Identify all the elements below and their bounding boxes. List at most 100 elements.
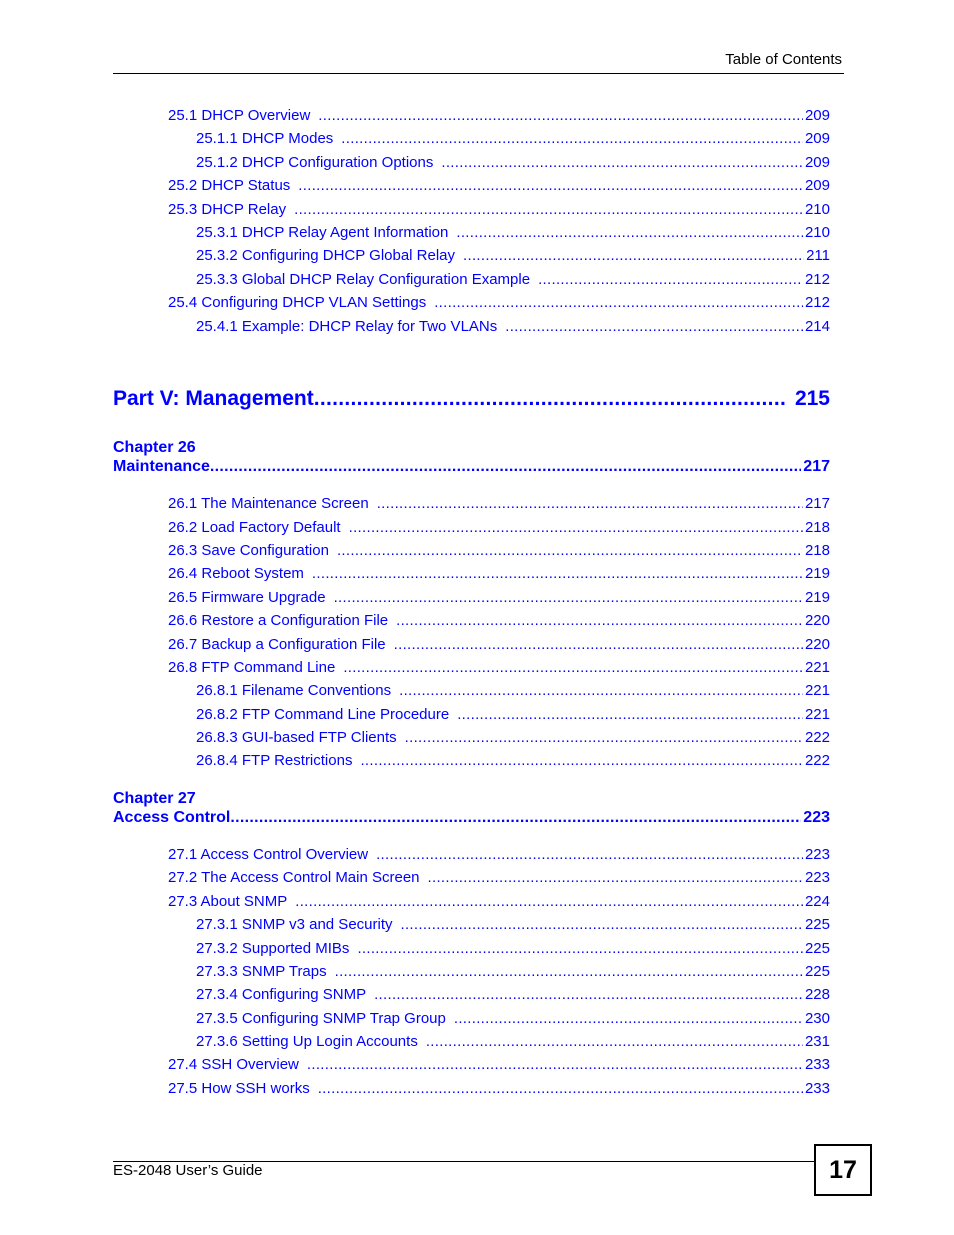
toc-entry[interactable]: 27.3.6 Setting Up Login Accounts 231 <box>196 1033 830 1050</box>
toc-entry[interactable]: 25.3 DHCP Relay 210 <box>168 201 830 218</box>
dot-leader <box>312 565 803 582</box>
toc-entry[interactable]: 26.6 Restore a Configuration File 220 <box>168 612 830 629</box>
toc-entry-title: 25.2 DHCP Status <box>168 177 291 194</box>
toc-entry[interactable]: 27.1 Access Control Overview 223 <box>168 846 830 863</box>
toc-entry[interactable]: 26.8.4 FTP Restrictions 222 <box>196 752 830 769</box>
dot-leader <box>357 940 803 957</box>
toc-entry[interactable]: 27.3.4 Configuring SNMP 228 <box>196 986 830 1003</box>
dot-leader <box>405 729 803 746</box>
chapter-label: Chapter 27 <box>113 790 196 807</box>
dot-leader <box>396 612 803 629</box>
toc-entry-page: 223 <box>804 846 830 863</box>
toc-entry-page: 223 <box>804 869 830 886</box>
dot-leader <box>294 201 803 218</box>
toc-entry[interactable]: 26.3 Save Configuration 218 <box>168 542 830 559</box>
chapter-heading[interactable]: Access Control 223 <box>113 809 830 827</box>
toc-entry[interactable]: 25.3.1 DHCP Relay Agent Information 210 <box>196 224 830 241</box>
toc-entry-page: 233 <box>804 1080 830 1097</box>
dot-leader <box>434 294 803 311</box>
dot-leader <box>377 495 803 512</box>
toc-entry[interactable]: 27.3.5 Configuring SNMP Trap Group 230 <box>196 1010 830 1027</box>
toc-entry[interactable]: 25.4 Configuring DHCP VLAN Settings 212 <box>168 294 830 311</box>
dot-leader <box>426 1033 803 1050</box>
toc-entry-title: 27.4 SSH Overview <box>168 1056 299 1073</box>
toc-entry[interactable]: 25.1.1 DHCP Modes 209 <box>196 130 830 147</box>
toc-entry-title: 25.3.3 Global DHCP Relay Configuration E… <box>196 271 531 288</box>
toc-entry[interactable]: 27.4 SSH Overview 233 <box>168 1056 830 1073</box>
toc-entry[interactable]: 26.2 Load Factory Default 218 <box>168 519 830 536</box>
toc-entry[interactable]: 25.4.1 Example: DHCP Relay for Two VLANs… <box>196 318 830 335</box>
toc-entry-page: 220 <box>804 636 830 653</box>
toc-entry-title: 26.4 Reboot System <box>168 565 304 582</box>
dot-leader <box>394 636 803 653</box>
dot-leader <box>295 893 803 910</box>
dot-leader <box>428 869 803 886</box>
toc-entry-page: 221 <box>804 682 830 699</box>
footer-guide-title: ES-2048 User’s Guide <box>113 1162 263 1179</box>
toc-entry-title: 25.4.1 Example: DHCP Relay for Two VLANs <box>196 318 498 335</box>
toc-entry-page: 210 <box>804 224 830 241</box>
running-header-title: Table of Contents <box>725 51 842 68</box>
toc-entry-page: 228 <box>804 986 830 1003</box>
toc-entry[interactable]: 26.1 The Maintenance Screen 217 <box>168 495 830 512</box>
toc-entry-page: 209 <box>804 130 830 147</box>
toc-entry-page: 219 <box>804 589 830 606</box>
toc-entry-title: 25.1 DHCP Overview <box>168 107 311 124</box>
part-heading[interactable]: Part V: Management 215 <box>113 387 830 411</box>
toc-entry[interactable]: 25.2 DHCP Status 209 <box>168 177 830 194</box>
toc-entry-title: 27.1 Access Control Overview <box>168 846 369 863</box>
toc-entry-title: 27.3 About SNMP <box>168 893 288 910</box>
toc-entry-page: 225 <box>804 940 830 957</box>
toc-entry-title: 25.1.1 DHCP Modes <box>196 130 334 147</box>
toc-entry-page: 212 <box>804 271 830 288</box>
toc-entry-title: 27.3.2 Supported MIBs <box>196 940 350 957</box>
dot-leader <box>457 706 803 723</box>
toc-entry-page: 225 <box>804 916 830 933</box>
dot-leader <box>505 318 803 335</box>
toc-entry[interactable]: 27.3 About SNMP 224 <box>168 893 830 910</box>
toc-entry-title: 25.3.1 DHCP Relay Agent Information <box>196 224 449 241</box>
dot-leader <box>456 224 803 241</box>
chapter-heading[interactable]: Maintenance 217 <box>113 458 830 476</box>
toc-entry[interactable]: 27.3.1 SNMP v3 and Security 225 <box>196 916 830 933</box>
toc-entry[interactable]: 26.5 Firmware Upgrade 219 <box>168 589 830 606</box>
toc-entry[interactable]: 25.3.3 Global DHCP Relay Configuration E… <box>196 271 830 288</box>
toc-entry-page: 209 <box>804 177 830 194</box>
toc-entry-title: 25.3 DHCP Relay <box>168 201 287 218</box>
toc-entry-title: 26.6 Restore a Configuration File <box>168 612 389 629</box>
toc-entry[interactable]: 27.3.2 Supported MIBs 225 <box>196 940 830 957</box>
toc-entry-title: 27.5 How SSH works <box>168 1080 310 1097</box>
toc-entry[interactable]: 26.4 Reboot System 219 <box>168 565 830 582</box>
toc-entry[interactable]: 26.7 Backup a Configuration File 220 <box>168 636 830 653</box>
toc-entry-title: 27.3.3 SNMP Traps <box>196 963 327 980</box>
dot-leader <box>318 1080 803 1097</box>
toc-entry[interactable]: 25.1 DHCP Overview 209 <box>168 107 830 124</box>
toc-entry[interactable]: 25.3.2 Configuring DHCP Global Relay 211 <box>196 247 830 264</box>
part-title: Part V: Management <box>113 387 314 410</box>
toc-entry[interactable]: 26.8 FTP Command Line 221 <box>168 659 830 676</box>
dot-leader <box>307 1056 803 1073</box>
dot-leader <box>441 154 803 171</box>
toc-entry-page: 222 <box>804 729 830 746</box>
toc-entry[interactable]: 26.8.1 Filename Conventions 221 <box>196 682 830 699</box>
toc-entry-title: 27.3.1 SNMP v3 and Security <box>196 916 393 933</box>
toc-entry-page: 221 <box>804 659 830 676</box>
toc-entry-page: 211 <box>806 247 830 264</box>
page-number: 17 <box>829 1155 857 1184</box>
toc-entry-title: 27.3.6 Setting Up Login Accounts <box>196 1033 418 1050</box>
chapter-title: Maintenance <box>113 458 210 475</box>
dot-leader <box>335 963 803 980</box>
toc-entry-page: 225 <box>804 963 830 980</box>
toc-entry[interactable]: 27.3.3 SNMP Traps 225 <box>196 963 830 980</box>
chapter-label: Chapter 26 <box>113 439 196 456</box>
toc-entry[interactable]: 27.5 How SSH works 233 <box>168 1080 830 1097</box>
toc-entry-title: 27.3.4 Configuring SNMP <box>196 986 367 1003</box>
toc-entry[interactable]: 27.2 The Access Control Main Screen 223 <box>168 869 830 886</box>
toc-entry[interactable]: 26.8.3 GUI-based FTP Clients 222 <box>196 729 830 746</box>
dot-leader <box>334 589 803 606</box>
chapter-page: 223 <box>803 809 830 826</box>
toc-entry-title: 27.3.5 Configuring SNMP Trap Group <box>196 1010 446 1027</box>
toc-entry[interactable]: 25.1.2 DHCP Configuration Options 209 <box>196 154 830 171</box>
toc-entry[interactable]: 26.8.2 FTP Command Line Procedure 221 <box>196 706 830 723</box>
toc-entry-title: 27.2 The Access Control Main Screen <box>168 869 420 886</box>
